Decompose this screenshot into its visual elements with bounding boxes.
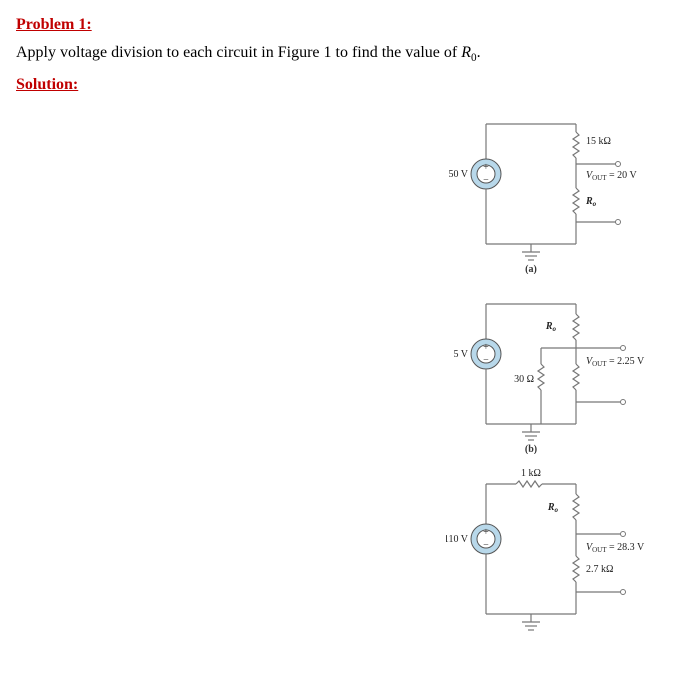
- circuit-a-r-top: 15 kΩ: [586, 136, 611, 147]
- svg-text:+: +: [483, 527, 489, 538]
- circuit-a-vout: VOUT = 20 V: [586, 170, 637, 182]
- svg-text:+: +: [483, 162, 489, 173]
- prompt-text-post: .: [477, 44, 481, 61]
- circuit-c-r-out: 2.7 kΩ: [586, 564, 613, 575]
- circuit-b-source-label: 5 V: [453, 349, 468, 360]
- circuit-c-source-label: 110 V: [446, 534, 469, 545]
- circuit-c-ro: Ro: [547, 502, 559, 514]
- svg-text:−: −: [483, 540, 489, 551]
- circuit-a-source-label: 50 V: [448, 169, 468, 180]
- circuit-b-ro: Ro: [545, 321, 557, 333]
- prompt-var: R: [461, 44, 471, 61]
- circuit-c-r-top: 1 kΩ: [521, 468, 541, 479]
- circuit-b-r-left: 30 Ω: [514, 374, 534, 385]
- circuit-c: 1 kΩ + − 110 V Ro VOUT = 28.3 V 2.7 kΩ: [446, 464, 686, 644]
- problem-prompt: Apply voltage division to each circuit i…: [16, 44, 680, 64]
- svg-text:+: +: [483, 342, 489, 353]
- circuit-a-caption: (a): [525, 264, 537, 274]
- circuit-a-ro: Ro: [585, 196, 597, 208]
- svg-text:−: −: [483, 175, 489, 186]
- figures-area: + − 50 V 15 kΩ VOUT = 20 V Ro: [16, 104, 676, 674]
- circuit-a: + − 50 V 15 kΩ VOUT = 20 V Ro: [446, 104, 686, 274]
- prompt-text-pre: Apply voltage division to each circuit i…: [16, 44, 461, 61]
- circuit-b-vout: VOUT = 2.25 V: [586, 356, 645, 368]
- svg-text:−: −: [483, 355, 489, 366]
- circuit-b-caption: (b): [525, 444, 537, 454]
- circuit-c-vout: VOUT = 28.3 V: [586, 542, 645, 554]
- circuit-b: + − 5 V Ro VOUT = 2.25 V 30 Ω: [446, 284, 686, 454]
- problem-title: Problem 1:: [16, 16, 680, 34]
- solution-title: Solution:: [16, 76, 680, 94]
